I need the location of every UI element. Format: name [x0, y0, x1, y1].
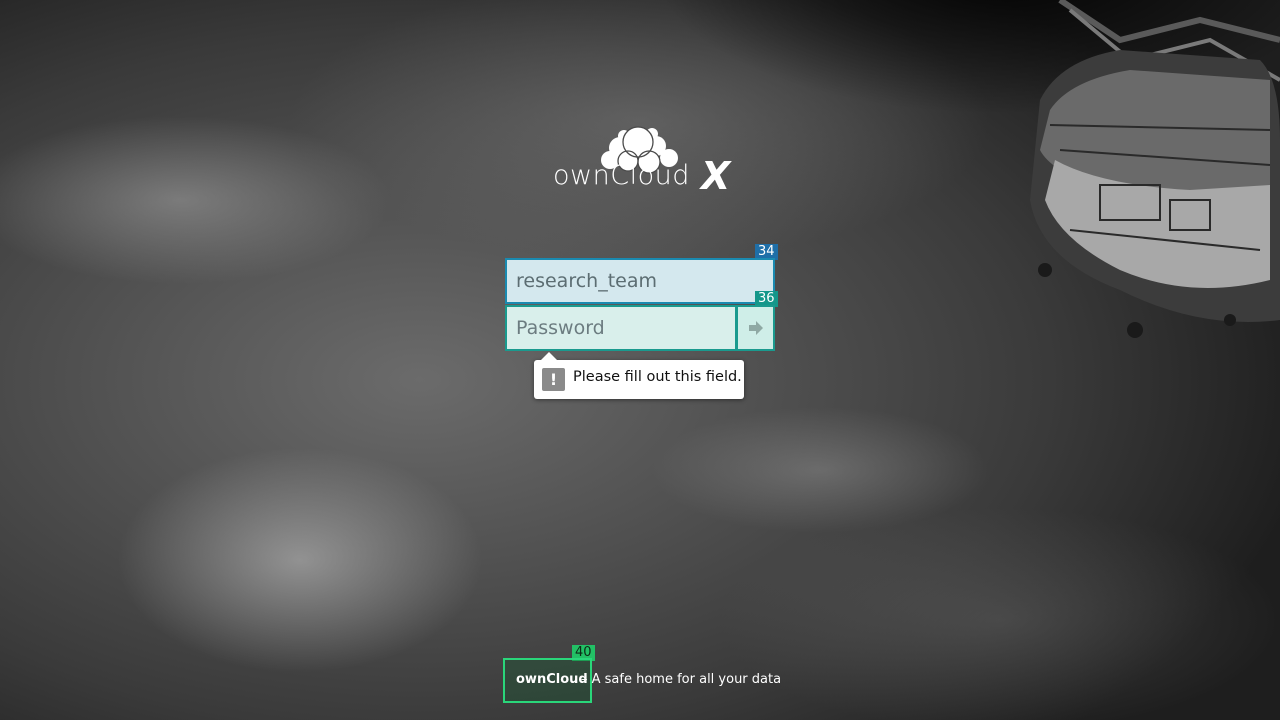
space-station-image [1030, 0, 1280, 338]
owncloud-logo-text: ownCloud [553, 160, 690, 191]
username-input[interactable]: research_team [505, 258, 775, 304]
footer-brand[interactable]: ownCloud [516, 672, 588, 687]
arrow-right-icon [748, 321, 763, 335]
owncloud-x-logo: X [701, 154, 731, 198]
login-submit-button[interactable] [736, 305, 775, 351]
validation-message: Please fill out this field. [573, 369, 742, 385]
password-input[interactable]: Password [505, 305, 737, 351]
tooltip-arrow [541, 352, 557, 360]
exclamation-icon: ! [542, 368, 565, 391]
validation-tooltip: ! Please fill out this field. [534, 352, 744, 399]
footer-tagline: – A safe home for all your data [581, 672, 782, 687]
